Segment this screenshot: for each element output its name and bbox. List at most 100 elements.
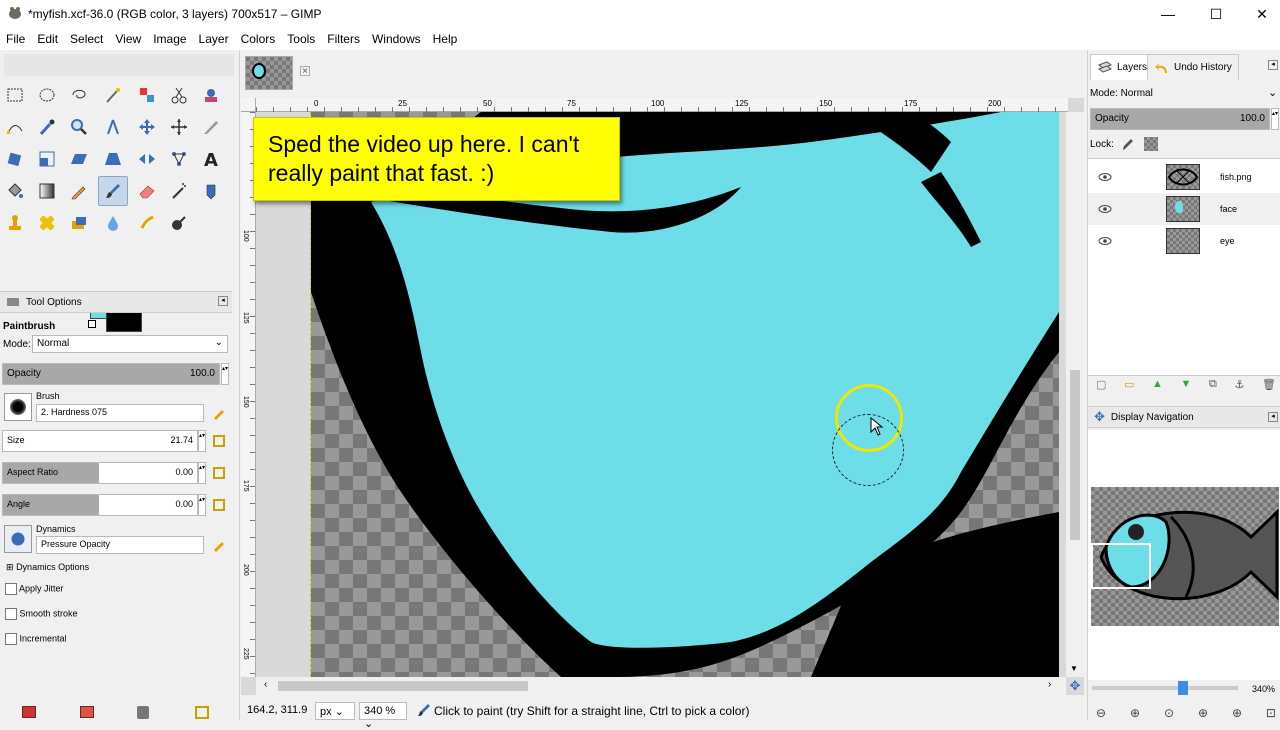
aspect-ratio-spinner[interactable]: ▴▾ [198,462,206,484]
save-options-icon[interactable] [22,706,36,718]
opacity-spinner[interactable]: ▴▾ [221,363,229,385]
paths-tool[interactable] [2,114,28,140]
smooth-stroke-checkbox[interactable]: Smooth stroke [5,608,78,620]
crop-tool[interactable] [198,114,224,140]
layer-row-selected[interactable]: face [1088,193,1280,225]
chevron-down-icon[interactable]: ⌄ [1268,86,1277,99]
airbrush-tool[interactable] [166,178,192,204]
tab-undo-history[interactable]: Undo History [1147,54,1239,80]
navigation-zoom-handle[interactable] [1178,681,1188,695]
menu-edit[interactable]: Edit [31,28,64,50]
select-by-color-tool[interactable] [134,82,160,108]
cage-transform-tool[interactable] [166,146,192,172]
shear-tool[interactable] [66,146,92,172]
rect-select-tool[interactable] [2,82,28,108]
dynamics-options-expander[interactable]: ⊞ Dynamics Options [6,562,89,573]
alignment-tool[interactable] [166,114,192,140]
move-tool[interactable] [134,114,160,140]
delete-options-icon[interactable] [137,706,149,719]
dodge-burn-tool[interactable] [166,210,192,236]
zoom-fit-icon[interactable]: ⊕ [1198,706,1208,720]
menu-file[interactable]: File [0,28,31,50]
scroll-down-icon[interactable]: ▼ [1070,664,1078,673]
horizontal-scrollbar[interactable]: ‹ › [256,677,1066,695]
navigate-icon[interactable]: ✥ [1066,677,1084,695]
vertical-scrollbar[interactable]: ▼ [1066,112,1084,677]
brush-preview[interactable] [4,393,32,421]
visibility-eye-icon[interactable] [1098,172,1112,182]
scroll-left-icon[interactable]: ‹ [264,679,267,690]
dynamics-icon[interactable] [4,525,32,553]
lower-layer-icon[interactable]: ▼ [1181,378,1192,396]
scroll-right-icon[interactable]: › [1048,679,1051,690]
reset-aspect-icon[interactable] [211,465,227,481]
free-select-tool[interactable] [66,82,92,108]
scale-tool[interactable] [34,146,60,172]
delete-layer-icon[interactable]: 🗑 [1262,378,1276,396]
ellipse-select-tool[interactable] [34,82,60,108]
duplicate-layer-icon[interactable]: ⧉ [1209,378,1217,396]
visibility-eye-icon[interactable] [1098,236,1112,246]
smudge-tool[interactable] [134,210,160,236]
maximize-button[interactable]: ☐ [1193,0,1239,28]
angle-spinner[interactable]: ▴▾ [198,494,206,516]
color-picker-tool[interactable] [34,114,60,140]
reset-colors-icon[interactable] [88,320,96,328]
menu-image[interactable]: Image [147,28,192,50]
navigation-preview[interactable] [1091,487,1279,626]
restore-options-icon[interactable] [80,706,94,718]
blur-tool[interactable] [100,210,126,236]
ink-tool[interactable] [198,178,224,204]
shrink-wrap-icon[interactable]: ⊡ [1266,706,1276,720]
zoom-1-1-icon[interactable]: ⊙ [1164,706,1174,720]
layer-opacity-slider[interactable]: Opacity 100.0 [1090,108,1270,130]
menu-colors[interactable]: Colors [235,28,282,50]
opacity-slider[interactable]: Opacity 100.0 [2,363,220,385]
navigation-menu-icon[interactable]: ◂ [1268,412,1278,422]
brush-name-field[interactable]: 2. Hardness 075 [36,404,204,422]
perspective-tool[interactable] [100,146,126,172]
reset-angle-icon[interactable] [211,497,227,513]
image-tab-thumbnail[interactable] [245,56,293,90]
visibility-eye-icon[interactable] [1098,204,1112,214]
incremental-checkbox[interactable]: Incremental [5,633,67,645]
zoom-in-icon[interactable]: ⊕ [1130,706,1140,720]
raise-layer-icon[interactable]: ▲ [1152,378,1163,396]
scissors-tool[interactable] [166,82,192,108]
pencil-tool[interactable] [66,178,92,204]
unit-dropdown[interactable]: px ⌄ [315,702,355,720]
lock-pixels-icon[interactable] [1121,138,1135,152]
text-tool[interactable]: A [198,146,224,172]
layer-mode-row[interactable]: Mode: Normal [1090,88,1153,99]
mode-dropdown[interactable]: Normal ⌄ [32,335,228,353]
layer-opacity-spinner[interactable]: ▴▾ [1271,108,1279,130]
menu-help[interactable]: Help [427,28,464,50]
lock-alpha-icon[interactable] [1144,137,1158,151]
quick-mask-corner[interactable] [241,98,256,112]
fuzzy-select-tool[interactable] [100,82,126,108]
edit-brush-icon[interactable] [211,405,227,421]
layer-row[interactable]: fish.png [1088,161,1280,193]
dock-menu-icon[interactable]: ◂ [1268,60,1278,70]
menu-filters[interactable]: Filters [321,28,366,50]
angle-slider[interactable]: Angle 0.00 [2,494,198,516]
flip-tool[interactable] [134,146,160,172]
measure-tool[interactable] [100,114,126,140]
paintbrush-tool[interactable] [98,176,128,206]
zoom-fill-icon[interactable]: ⊕ [1232,706,1242,720]
rotate-tool[interactable] [2,146,28,172]
clone-tool[interactable] [2,210,28,236]
perspective-clone-tool[interactable] [66,210,92,236]
tab-layers[interactable]: Layers [1090,54,1155,80]
zoom-tool[interactable] [66,114,92,140]
reset-size-icon[interactable] [211,433,227,449]
menu-tools[interactable]: Tools [281,28,321,50]
apply-jitter-checkbox[interactable]: Apply Jitter [5,583,64,595]
vertical-scroll-thumb[interactable] [1070,370,1080,540]
edit-dynamics-icon[interactable] [211,537,227,553]
menu-select[interactable]: Select [64,28,109,50]
menu-view[interactable]: View [109,28,147,50]
reset-options-icon[interactable] [195,706,209,719]
zoom-dropdown[interactable]: 340 % ⌄ [359,702,407,730]
minimize-button[interactable]: — [1145,0,1191,28]
